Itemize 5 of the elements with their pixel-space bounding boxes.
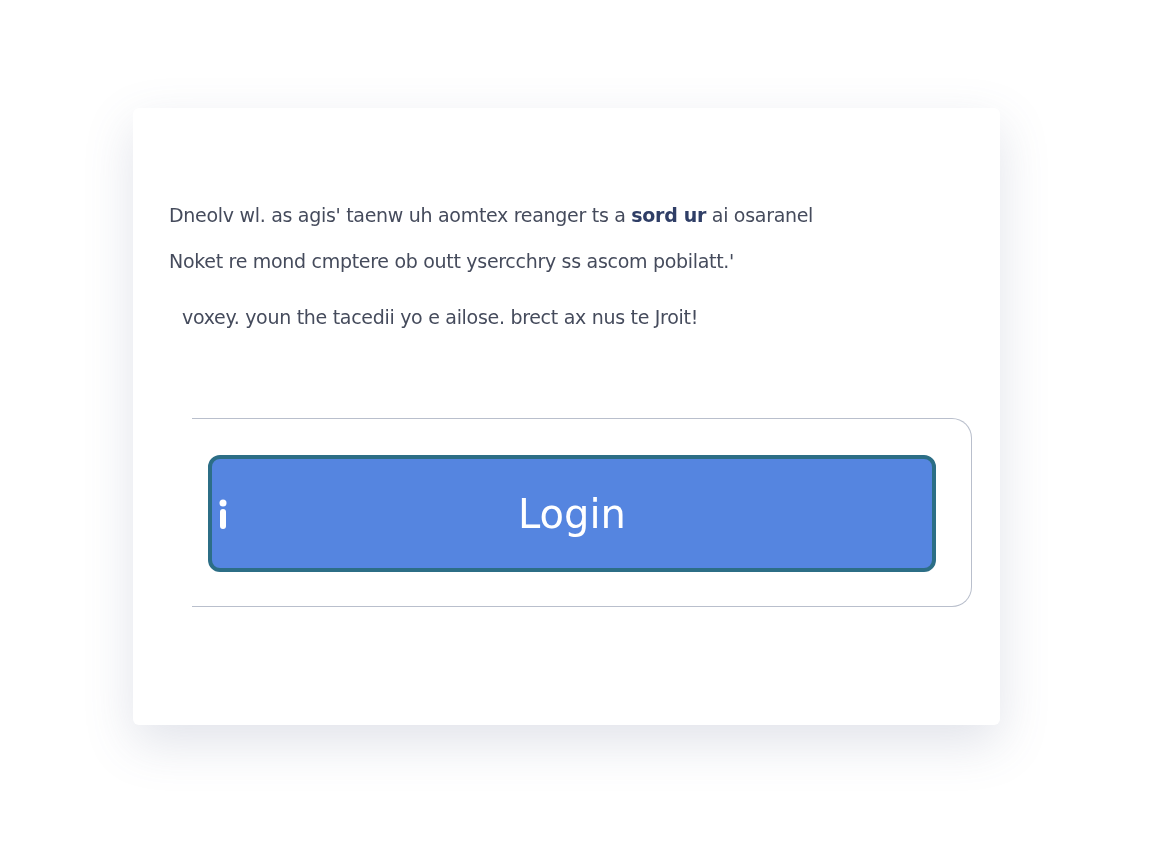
paragraph-line: voxey. youn the tacedii yo e ailose. brect ax nus te Jroit! [181, 306, 699, 328]
paragraph-line: Dneolv wl. as agis' taenw uh aomtex reanger ts a sord ur ai osaranel [169, 204, 815, 228]
login-button[interactable]: Login [208, 455, 936, 572]
info-icon [219, 499, 227, 529]
paragraph-line: Noket re mond cmptere ob outt ysercchry ss ascom pobilatt.' [169, 250, 735, 274]
